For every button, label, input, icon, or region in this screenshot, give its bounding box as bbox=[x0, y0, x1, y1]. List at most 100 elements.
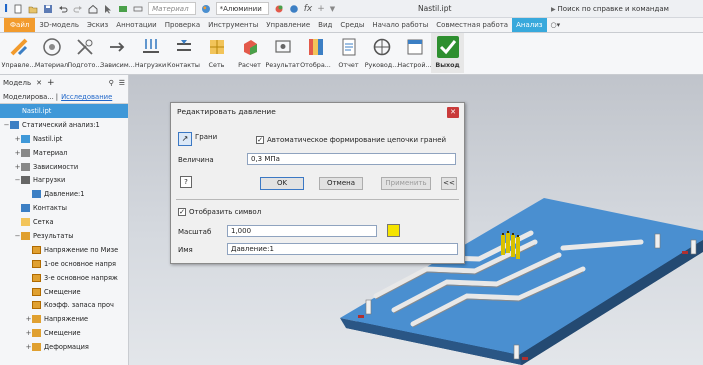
symbol-color-swatch[interactable] bbox=[387, 224, 400, 237]
tab-manage[interactable]: Управление bbox=[262, 18, 314, 32]
expand-icon[interactable]: + bbox=[14, 135, 21, 143]
manage-button[interactable]: Управле... bbox=[2, 33, 35, 73]
tree-item[interactable]: Nastil.ipt bbox=[0, 104, 128, 118]
collapse-icon[interactable]: − bbox=[14, 232, 21, 240]
tree-item[interactable]: Коэфф. запаса проч bbox=[0, 298, 128, 312]
menu-icon[interactable]: ☰ bbox=[119, 79, 125, 87]
collapse-button[interactable]: << bbox=[441, 177, 457, 190]
fx-parameters-icon[interactable]: fx bbox=[304, 4, 313, 14]
expand-icon[interactable]: + bbox=[25, 329, 32, 337]
tree-item[interactable]: + Материал bbox=[0, 146, 128, 160]
tree-item[interactable]: + Зависимости bbox=[0, 160, 128, 174]
tree-item[interactable]: Смещение bbox=[0, 285, 128, 299]
appearance-dropdown[interactable]: *Алюминии bbox=[215, 2, 269, 15]
tree-item-label: Смещение bbox=[44, 287, 81, 296]
display-button[interactable]: Отобра... bbox=[299, 33, 332, 73]
home-icon[interactable] bbox=[88, 4, 98, 14]
material-button[interactable]: Материал bbox=[35, 33, 68, 73]
scale-input[interactable]: 1,000 bbox=[227, 225, 377, 237]
tree-item[interactable]: Напряжение по Мизе bbox=[0, 243, 128, 257]
loads-button[interactable]: Нагрузки bbox=[134, 33, 167, 73]
cancel-button[interactable]: Отмена bbox=[319, 177, 363, 190]
add-icon[interactable]: + bbox=[47, 78, 55, 88]
open-folder-icon[interactable] bbox=[28, 4, 38, 14]
tab-3d-model[interactable]: 3D-модель bbox=[35, 18, 83, 32]
tab-collaborate[interactable]: Совместная работа bbox=[432, 18, 512, 32]
customize-icon[interactable]: ▼ bbox=[330, 5, 335, 13]
tree-item[interactable]: + Напряжение bbox=[0, 312, 128, 326]
tab-environments[interactable]: Среды bbox=[336, 18, 368, 32]
close-icon[interactable]: ✕ bbox=[36, 79, 42, 87]
redo-icon[interactable] bbox=[73, 4, 83, 14]
faces-selector-button[interactable]: ↗ bbox=[178, 132, 192, 146]
adjust-appearance-icon[interactable] bbox=[274, 4, 284, 14]
tab-sketch[interactable]: Эскиз bbox=[83, 18, 112, 32]
help-search-input[interactable]: Поиск по справке и командам bbox=[558, 5, 669, 13]
name-input[interactable]: Давление:1 bbox=[227, 243, 458, 255]
exit-button[interactable]: Выход bbox=[431, 33, 464, 73]
guide-icon bbox=[373, 38, 390, 56]
result-label: Результат bbox=[265, 61, 300, 69]
clear-appearance-icon[interactable] bbox=[289, 4, 299, 14]
show-symbol-checkbox[interactable]: ✓ Отобразить символ bbox=[178, 208, 261, 216]
contacts-button[interactable]: Контакты bbox=[167, 33, 200, 73]
tab-modeling[interactable]: Моделирова... bbox=[3, 93, 54, 101]
magnitude-input[interactable]: 0,3 МПа bbox=[247, 153, 456, 165]
appearance-sphere-icon[interactable] bbox=[201, 4, 211, 14]
tab-inspect[interactable]: Проверка bbox=[161, 18, 204, 32]
tree-item[interactable]: − Результаты bbox=[0, 229, 128, 243]
tab-overflow-button[interactable]: ○▾ bbox=[547, 18, 565, 32]
tree-item[interactable]: + Nastil.ipt bbox=[0, 132, 128, 146]
tree-item[interactable]: − Нагрузки bbox=[0, 173, 128, 187]
material-dropdown[interactable]: Материал bbox=[148, 2, 196, 15]
help-icon[interactable]: ? bbox=[180, 176, 192, 188]
tree-item[interactable]: Давление:1 bbox=[0, 187, 128, 201]
auto-chain-checkbox[interactable]: ✓ Автоматическое формирование цепочки гра… bbox=[256, 136, 446, 144]
tab-tools[interactable]: Инструменты bbox=[204, 18, 262, 32]
result-folder-icon bbox=[32, 329, 41, 338]
tree-item[interactable]: Контакты bbox=[0, 201, 128, 215]
close-icon[interactable]: ✕ bbox=[447, 107, 459, 118]
tree-item[interactable]: Сетка bbox=[0, 215, 128, 229]
tree-item[interactable]: + Деформация bbox=[0, 340, 128, 354]
tab-annotate[interactable]: Аннотации bbox=[112, 18, 160, 32]
settings-button[interactable]: Настрой... bbox=[397, 33, 432, 73]
expand-icon[interactable]: + bbox=[14, 163, 21, 171]
apply-button[interactable]: Применить bbox=[381, 177, 431, 190]
tab-research[interactable]: Исследование bbox=[61, 93, 112, 101]
select-icon[interactable] bbox=[103, 4, 113, 14]
collapse-icon[interactable]: − bbox=[14, 176, 21, 184]
tree-item-label: Деформация bbox=[44, 343, 89, 352]
mesh-button[interactable]: Сеть bbox=[200, 33, 233, 73]
inventor-logo-icon[interactable]: I bbox=[4, 2, 8, 15]
collapse-icon[interactable]: − bbox=[3, 121, 10, 129]
tree-item[interactable]: 3-е основное напряж bbox=[0, 271, 128, 285]
plus-icon[interactable]: + bbox=[317, 4, 325, 14]
tree-item[interactable]: 1-ое основное напря bbox=[0, 257, 128, 271]
tab-view[interactable]: Вид bbox=[314, 18, 336, 32]
update-icon[interactable] bbox=[118, 4, 128, 14]
ok-button[interactable]: OK bbox=[260, 177, 304, 190]
document-title: Nastil.ipt bbox=[418, 4, 452, 13]
guide-button[interactable]: Руковод... bbox=[365, 33, 398, 73]
tab-analysis[interactable]: Анализ bbox=[512, 18, 547, 32]
tab-file[interactable]: Файл bbox=[4, 18, 36, 32]
measure-icon[interactable] bbox=[133, 4, 143, 14]
prepare-button[interactable]: Подгото... bbox=[67, 33, 102, 73]
solve-button[interactable]: Расчет bbox=[233, 33, 266, 73]
search-icon[interactable]: ⚲ bbox=[109, 79, 114, 87]
report-button[interactable]: Отчет bbox=[332, 33, 365, 73]
expand-icon[interactable]: + bbox=[25, 343, 32, 351]
part-icon bbox=[21, 134, 30, 143]
help-search[interactable]: ▶ Поиск по справке и командам bbox=[551, 3, 703, 15]
tree-item[interactable]: + Смещение bbox=[0, 326, 128, 340]
tab-get-started[interactable]: Начало работы bbox=[368, 18, 432, 32]
tree-item[interactable]: − Статический анализ:1 bbox=[0, 118, 128, 132]
undo-icon[interactable] bbox=[58, 4, 68, 14]
expand-icon[interactable]: + bbox=[25, 315, 32, 323]
constraints-button[interactable]: Зависим... bbox=[100, 33, 135, 73]
result-button[interactable]: Результат bbox=[265, 33, 300, 73]
expand-icon[interactable]: + bbox=[14, 149, 21, 157]
save-icon[interactable] bbox=[43, 4, 53, 14]
new-file-icon[interactable] bbox=[13, 4, 23, 14]
